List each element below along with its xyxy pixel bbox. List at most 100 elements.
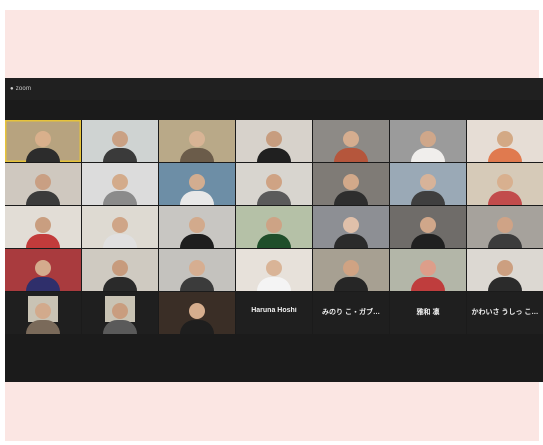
participant-display-name: 雅和 凛: [416, 309, 440, 316]
participant-video-body: [180, 277, 214, 291]
participant-tile[interactable]: [82, 120, 158, 162]
participant-gallery: Haruna Hoshi みのり こ・ガブ… 雅和 凛 かわいさ うしっ こ…: [5, 120, 543, 334]
participant-display-name: みのり こ・ガブ…: [322, 309, 380, 316]
participant-tile[interactable]: [82, 292, 158, 334]
participant-video-body: [180, 148, 214, 162]
participant-video-body: [488, 277, 522, 291]
participant-tile[interactable]: [313, 206, 389, 248]
participant-video-face: [266, 173, 282, 190]
participant-video-face: [497, 259, 513, 276]
participant-video-face: [35, 302, 51, 319]
participant-tile[interactable]: [313, 163, 389, 205]
participant-tile[interactable]: [313, 120, 389, 162]
participant-tile[interactable]: [5, 249, 81, 291]
participant-video-face: [266, 216, 282, 233]
participant-video-face: [35, 259, 51, 276]
participant-video-body: [411, 191, 445, 205]
participant-tile[interactable]: [390, 249, 466, 291]
participant-tile[interactable]: [390, 206, 466, 248]
participant-video-body: [257, 234, 291, 248]
title-bar: ● zoom: [5, 78, 543, 100]
participant-tile[interactable]: [5, 292, 81, 334]
participant-video-body: [180, 191, 214, 205]
participant-tile[interactable]: [467, 249, 543, 291]
participant-video-face: [343, 259, 359, 276]
participant-tile[interactable]: [82, 249, 158, 291]
participant-video-body: [488, 191, 522, 205]
participant-tile[interactable]: [159, 163, 235, 205]
participant-video-body: [26, 191, 60, 205]
participant-video-face: [189, 173, 205, 190]
participant-video-body: [103, 148, 137, 162]
participant-video-face: [35, 130, 51, 147]
participant-video-face: [266, 130, 282, 147]
participant-video-face: [497, 173, 513, 190]
participant-video-body: [257, 277, 291, 291]
participant-video-face: [497, 216, 513, 233]
participant-display-name: Haruna Hoshi: [251, 307, 297, 314]
participant-video-body: [411, 234, 445, 248]
participant-video-face: [112, 302, 128, 319]
participant-video-body: [26, 148, 60, 162]
participant-video-face: [497, 130, 513, 147]
participant-video-face: [35, 216, 51, 233]
participant-video-face: [189, 216, 205, 233]
participant-video-body: [103, 191, 137, 205]
participant-video-face: [420, 173, 436, 190]
participant-video-body: [103, 234, 137, 248]
participant-tile[interactable]: [159, 249, 235, 291]
participant-video-body: [488, 234, 522, 248]
window-title: ● zoom: [10, 86, 32, 92]
participant-video-body: [334, 234, 368, 248]
participant-tile[interactable]: [467, 163, 543, 205]
participant-tile[interactable]: かわいさ うしっ こ…: [467, 292, 543, 334]
participant-tile[interactable]: [236, 163, 312, 205]
participant-tile[interactable]: [236, 120, 312, 162]
participant-tile[interactable]: 雅和 凛: [390, 292, 466, 334]
participant-tile[interactable]: [159, 206, 235, 248]
participant-video-body: [334, 277, 368, 291]
participant-video-body: [334, 191, 368, 205]
participant-tile[interactable]: みのり こ・ガブ…: [313, 292, 389, 334]
participant-tile[interactable]: [467, 120, 543, 162]
participant-tile[interactable]: [390, 163, 466, 205]
participant-video-body: [26, 234, 60, 248]
participant-video-face: [420, 259, 436, 276]
participant-tile[interactable]: [82, 206, 158, 248]
participant-video-body: [103, 320, 137, 334]
participant-video-face: [420, 130, 436, 147]
participant-video-body: [411, 277, 445, 291]
participant-video-face: [266, 259, 282, 276]
participant-video-face: [112, 173, 128, 190]
participant-video-body: [180, 320, 214, 334]
participant-video-face: [112, 259, 128, 276]
participant-video-body: [26, 320, 60, 334]
participant-tile[interactable]: [159, 120, 235, 162]
participant-video-body: [180, 234, 214, 248]
participant-tile[interactable]: [159, 292, 235, 334]
participant-tile[interactable]: [236, 206, 312, 248]
participant-tile[interactable]: [82, 163, 158, 205]
participant-video-body: [411, 148, 445, 162]
participant-video-face: [420, 216, 436, 233]
participant-tile[interactable]: [5, 206, 81, 248]
participant-video-face: [189, 302, 205, 319]
participant-tile[interactable]: [390, 120, 466, 162]
participant-video-face: [343, 173, 359, 190]
participant-tile[interactable]: [236, 249, 312, 291]
participant-video-body: [26, 277, 60, 291]
participant-video-body: [257, 148, 291, 162]
participant-video-face: [189, 130, 205, 147]
participant-tile[interactable]: [313, 249, 389, 291]
zoom-meeting-window: ● zoom Haruna Hoshi みのり こ・ガブ… 雅和 凛 かわいさ うしっ…: [5, 78, 543, 382]
participant-tile[interactable]: Haruna Hoshi: [236, 292, 312, 334]
participant-video-face: [343, 130, 359, 147]
participant-tile[interactable]: [467, 206, 543, 248]
participant-video-face: [112, 130, 128, 147]
participant-tile[interactable]: [5, 120, 81, 162]
participant-video-body: [334, 148, 368, 162]
participant-tile[interactable]: [5, 163, 81, 205]
participant-video-face: [35, 173, 51, 190]
participant-video-face: [112, 216, 128, 233]
participant-video-body: [257, 191, 291, 205]
